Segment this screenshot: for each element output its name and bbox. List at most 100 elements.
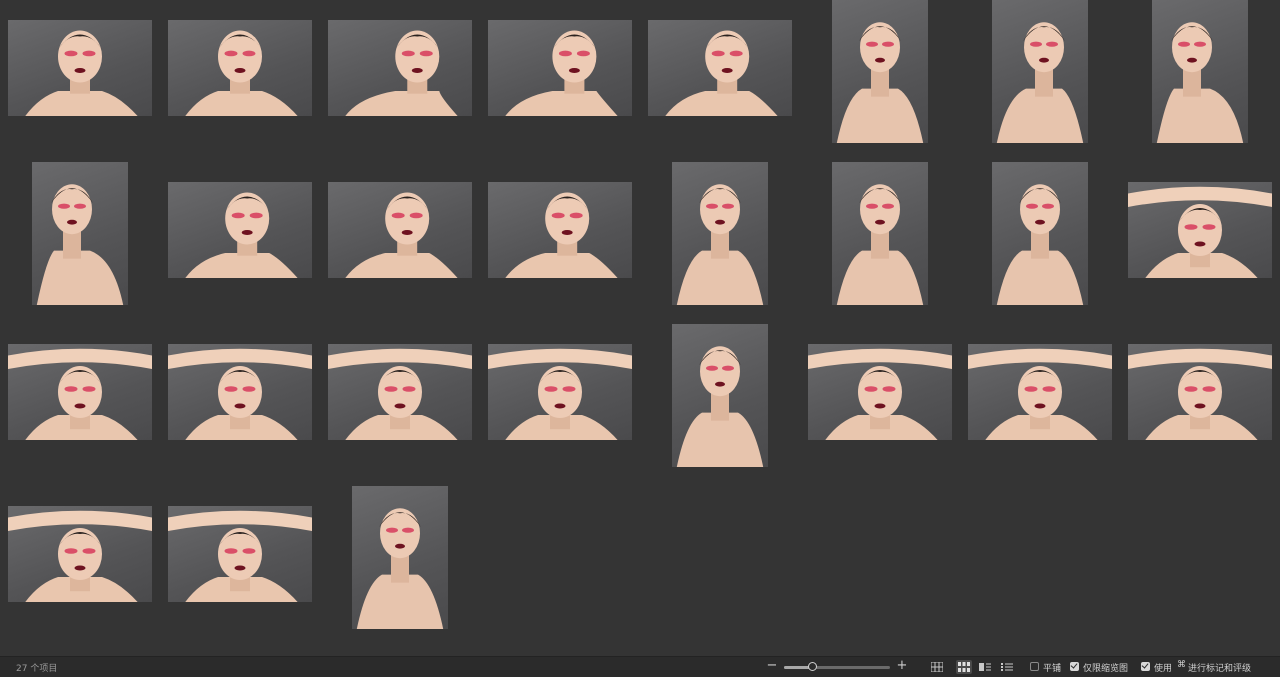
photo-thumbnail[interactable]: [168, 506, 312, 602]
photo-image: [676, 346, 764, 467]
photo-thumbnail[interactable]: [32, 162, 128, 305]
photo-thumbnail[interactable]: [488, 20, 632, 116]
thumbnail-cell: [480, 0, 640, 162]
thumbnail-view-button[interactable]: [956, 660, 972, 674]
zoom-slider-knob[interactable]: [808, 662, 818, 671]
use-label: 使用: [1154, 664, 1173, 674]
photo-thumbnail[interactable]: [8, 506, 152, 602]
thumbnail-cell: [480, 324, 640, 486]
photo-thumbnail[interactable]: [808, 344, 952, 440]
thumbnail-cell: [320, 324, 480, 486]
photo-image: [168, 510, 312, 602]
thumbnail-cell: [960, 162, 1120, 324]
thumbnails-only-label: 仅限缩览图: [1083, 664, 1129, 674]
photo-thumbnail[interactable]: [352, 486, 448, 629]
photo-image: [1128, 186, 1272, 278]
zoom-in-icon[interactable]: +: [896, 659, 908, 675]
photo-image: [36, 184, 124, 305]
photo-image: [185, 192, 298, 278]
thumbnail-cell: [320, 0, 480, 162]
photo-image: [836, 184, 924, 305]
photo-thumbnail[interactable]: [168, 20, 312, 116]
thumbnail-cell: [320, 162, 480, 324]
photo-thumbnail[interactable]: [672, 324, 768, 467]
photo-image: [8, 348, 152, 440]
thumbnail-cell: [960, 324, 1120, 486]
photo-image: [505, 30, 618, 116]
photo-thumbnail[interactable]: [832, 0, 928, 143]
photo-image: [25, 30, 138, 116]
photo-image: [356, 508, 444, 629]
photo-thumbnail[interactable]: [328, 20, 472, 116]
grid-view-button[interactable]: [929, 660, 945, 674]
photo-thumbnail[interactable]: [992, 0, 1088, 143]
thumbnail-cell: [800, 0, 960, 162]
thumbnail-cell: [160, 0, 320, 162]
thumbnail-cell: [640, 324, 800, 486]
zoom-out-icon[interactable]: −: [766, 659, 778, 675]
thumbnail-cell: [320, 486, 480, 648]
photo-thumbnail[interactable]: [1128, 182, 1272, 278]
photo-thumbnail[interactable]: [648, 20, 792, 116]
thumbnail-cell: [0, 0, 160, 162]
status-bar: 27 个项目 − + 平铺 仅限缩览图 使用 ⌘ 进行标记和评级: [0, 656, 1280, 677]
tile-label: 平铺: [1043, 664, 1062, 674]
photo-image: [505, 192, 618, 278]
photo-image: [996, 184, 1084, 305]
photo-thumbnail[interactable]: [488, 344, 632, 440]
list-with-preview-icon: [979, 663, 991, 671]
thumbnail-cell: [0, 486, 160, 648]
thumbnail-cell: [960, 0, 1120, 162]
photo-thumbnail[interactable]: [968, 344, 1112, 440]
thumbnail-cell: [160, 162, 320, 324]
command-key-icon: ⌘: [1177, 660, 1186, 670]
thumbnail-cell: [0, 324, 160, 486]
thumbnail-cell: [480, 162, 640, 324]
photo-thumbnail[interactable]: [488, 182, 632, 278]
photo-image: [345, 30, 458, 116]
photo-thumbnail[interactable]: [168, 182, 312, 278]
zoom-slider[interactable]: [784, 666, 890, 669]
photo-image: [808, 348, 952, 440]
photo-thumbnail[interactable]: [672, 162, 768, 305]
photo-image: [488, 348, 632, 440]
thumbnail-cell: [160, 324, 320, 486]
thumbnail-cell: [1120, 0, 1280, 162]
photo-thumbnail[interactable]: [8, 344, 152, 440]
thumbnail-cell: [1120, 324, 1280, 486]
photo-image: [665, 30, 778, 116]
photo-image: [676, 184, 764, 305]
photo-thumbnail[interactable]: [1152, 0, 1248, 143]
photo-image: [8, 510, 152, 602]
photo-thumbnail[interactable]: [992, 162, 1088, 305]
photo-image: [328, 348, 472, 440]
rating-checkbox[interactable]: [1141, 662, 1150, 671]
photo-image: [168, 348, 312, 440]
list-view-button[interactable]: [999, 660, 1015, 674]
thumbnail-grid: [0, 0, 1280, 656]
thumbnail-cell: [800, 162, 960, 324]
photo-thumbnail[interactable]: [328, 182, 472, 278]
grid-view-icon: [931, 662, 943, 672]
thumbnail-cell: [0, 162, 160, 324]
photo-image: [968, 348, 1112, 440]
thumbnail-cell: [1120, 162, 1280, 324]
photo-thumbnail[interactable]: [168, 344, 312, 440]
photo-thumbnail[interactable]: [328, 344, 472, 440]
photo-thumbnail[interactable]: [1128, 344, 1272, 440]
photo-image: [345, 192, 458, 278]
thumbnail-view-icon: [958, 662, 970, 672]
photo-image: [1156, 22, 1244, 143]
photo-thumbnail[interactable]: [832, 162, 928, 305]
photo-image: [185, 30, 298, 116]
item-count: 27 个项目: [16, 664, 58, 674]
list-view-icon: [1001, 663, 1013, 671]
rating-label: 进行标记和评级: [1188, 664, 1252, 674]
thumbnails-only-checkbox[interactable]: [1070, 662, 1079, 671]
photo-image: [996, 22, 1084, 143]
list-with-preview-button[interactable]: [977, 660, 993, 674]
tile-checkbox[interactable]: [1030, 662, 1039, 671]
thumbnail-cell: [640, 0, 800, 162]
photo-thumbnail[interactable]: [8, 20, 152, 116]
thumbnail-cell: [640, 162, 800, 324]
